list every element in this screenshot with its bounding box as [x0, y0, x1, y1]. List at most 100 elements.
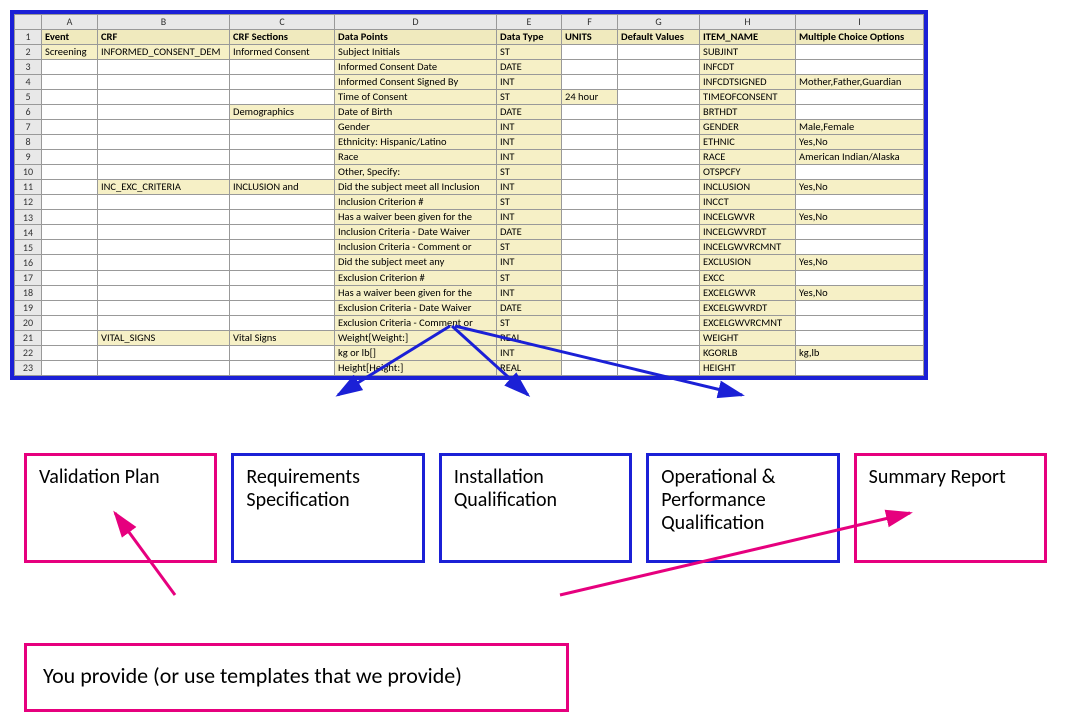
row-number: 10: [15, 165, 42, 180]
cell: Did the subject meet any: [335, 255, 497, 270]
cell: [98, 240, 230, 255]
cell: [562, 270, 618, 285]
cell: HEIGHT: [700, 360, 796, 375]
cell: [98, 300, 230, 315]
row-number: 21: [15, 330, 42, 345]
header-cell: ITEM_NAME: [700, 29, 796, 44]
cell: INT: [497, 134, 562, 149]
operational-qual-box: Operational & Performance Qualification: [646, 453, 839, 563]
cell: [618, 104, 700, 119]
table-row: 15Inclusion Criteria - Comment orSTINCEL…: [15, 240, 924, 255]
cell: KGORLB: [700, 345, 796, 360]
cell: [42, 210, 98, 225]
cell: [618, 74, 700, 89]
cell: Yes,No: [796, 180, 924, 195]
cell: [562, 165, 618, 180]
cell: Height[Height:]: [335, 360, 497, 375]
table-row: 10Other, Specify:STOTSPCFY: [15, 165, 924, 180]
table-row: 20Exclusion Criteria - Comment orSTEXCEL…: [15, 315, 924, 330]
row-number: 7: [15, 119, 42, 134]
header-cell: Data Type: [497, 29, 562, 44]
cell: kg or lb[]: [335, 345, 497, 360]
cell: VITAL_SIGNS: [98, 330, 230, 345]
cell: EXCLUSION: [700, 255, 796, 270]
cell: [562, 104, 618, 119]
cell: ETHNIC: [700, 134, 796, 149]
cell: [796, 104, 924, 119]
you-provide-box: You provide (or use templates that we pr…: [24, 643, 569, 712]
cell: INT: [497, 255, 562, 270]
cell: [98, 315, 230, 330]
cell: [42, 360, 98, 375]
table-row: 4Informed Consent Signed ByINTINFCDTSIGN…: [15, 74, 924, 89]
cell: [230, 360, 335, 375]
cell: [230, 150, 335, 165]
cell: DATE: [497, 300, 562, 315]
cell: ST: [497, 315, 562, 330]
cell: WEIGHT: [700, 330, 796, 345]
cell: [98, 165, 230, 180]
cell: [618, 180, 700, 195]
cell: [230, 119, 335, 134]
cell: Vital Signs: [230, 330, 335, 345]
cell: Has a waiver been given for the: [335, 285, 497, 300]
cell: [42, 119, 98, 134]
cell: American Indian/Alaska: [796, 150, 924, 165]
col-A: A: [42, 15, 98, 30]
cell: Other, Specify:: [335, 165, 497, 180]
cell: INT: [497, 285, 562, 300]
cell: [618, 225, 700, 240]
cell: [618, 119, 700, 134]
table-row: 5Time of ConsentST24 hourTIMEOFCONSENT: [15, 89, 924, 104]
cell: [230, 285, 335, 300]
cell: ST: [497, 240, 562, 255]
table-row: 21 VITAL_SIGNSVital SignsWeight[Weight:]R…: [15, 330, 924, 345]
cell: [42, 240, 98, 255]
installation-qual-box: Installation Qualification: [439, 453, 632, 563]
cell: REAL: [497, 330, 562, 345]
row-number: 3: [15, 59, 42, 74]
cell: EXCELGWVR: [700, 285, 796, 300]
cell: INT: [497, 180, 562, 195]
cell: Mother,Father,Guardian: [796, 74, 924, 89]
cell: [230, 270, 335, 285]
cell: DATE: [497, 59, 562, 74]
table-row: 13Has a waiver been given for theINTINCE…: [15, 210, 924, 225]
cell: [796, 225, 924, 240]
cell: [98, 89, 230, 104]
cell: [796, 360, 924, 375]
cell: [618, 150, 700, 165]
cell: [562, 240, 618, 255]
header-cell: Data Points: [335, 29, 497, 44]
cell: [562, 285, 618, 300]
row-number: 1: [15, 29, 42, 44]
table-row: 8Ethnicity: Hispanic/LatinoINTETHNICYes,…: [15, 134, 924, 149]
row-number: 8: [15, 134, 42, 149]
cell: Yes,No: [796, 210, 924, 225]
header-cell: Default Values: [618, 29, 700, 44]
cell: [98, 225, 230, 240]
row-number: 4: [15, 74, 42, 89]
cell: Inclusion Criterion #: [335, 195, 497, 210]
cell: DATE: [497, 225, 562, 240]
cell: INFCDT: [700, 59, 796, 74]
cell: [42, 104, 98, 119]
cell: ST: [497, 195, 562, 210]
requirements-spec-box: Requirements Specification: [231, 453, 424, 563]
cell: [562, 225, 618, 240]
cell: ST: [497, 165, 562, 180]
cell: [42, 330, 98, 345]
grid: A B C D E F G H I 1EventCRFCRF SectionsD…: [14, 14, 924, 376]
col-D: D: [335, 15, 497, 30]
cell: [562, 44, 618, 59]
cell: [98, 255, 230, 270]
table-row: 2ScreeningINFORMED_CONSENT_DEMInformed C…: [15, 44, 924, 59]
cell: [796, 270, 924, 285]
table-row: 23Height[Height:]REALHEIGHT: [15, 360, 924, 375]
cell: [42, 59, 98, 74]
col-H: H: [700, 15, 796, 30]
cell: [562, 150, 618, 165]
cell: [618, 195, 700, 210]
cell: Weight[Weight:]: [335, 330, 497, 345]
cell: [230, 225, 335, 240]
